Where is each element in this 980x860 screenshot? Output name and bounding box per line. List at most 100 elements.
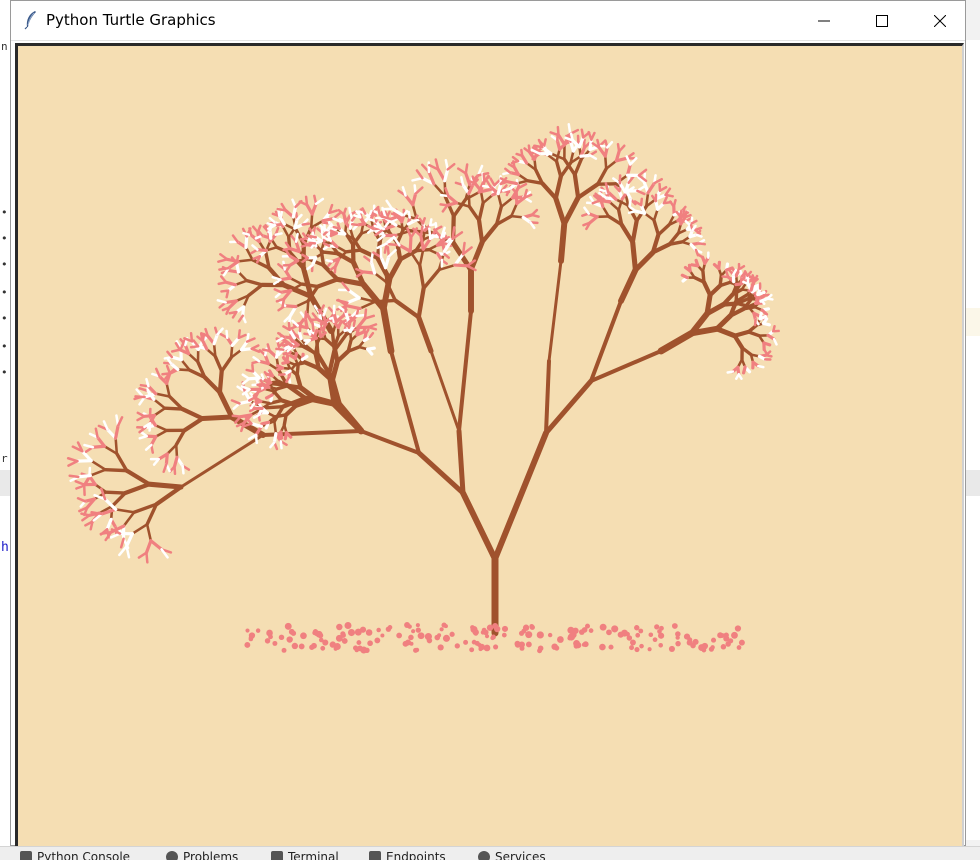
fallen-petal [608, 645, 613, 650]
blossom-twig [315, 330, 317, 336]
fallen-petal [634, 647, 639, 652]
fallen-petal [469, 647, 474, 652]
blossom-twig [410, 238, 411, 252]
fallen-petal [438, 644, 444, 650]
blossom-twig [299, 332, 301, 339]
fallen-petal [669, 646, 675, 652]
blossom-twig [727, 272, 729, 277]
fallen-petal [658, 643, 663, 648]
fallen-petal [687, 640, 693, 646]
blossom-twig [466, 165, 467, 174]
blossom-twig [508, 182, 517, 184]
console-link-fragment[interactable]: h [1, 540, 9, 555]
blossom-twig [144, 415, 154, 416]
fallen-petal [675, 641, 680, 646]
blossom-twig [136, 396, 145, 397]
fallen-petal [630, 640, 636, 646]
turtle-canvas [15, 43, 964, 846]
branch-segment [316, 337, 318, 354]
fallen-petal [470, 625, 475, 630]
blossom-twig [630, 199, 631, 206]
blossom-twig [92, 512, 102, 514]
blossom-twig [70, 476, 79, 477]
fallen-petal [493, 644, 498, 649]
blossom-twig [274, 434, 275, 443]
blossom-twig [766, 355, 771, 356]
branch-segment [149, 484, 181, 487]
fallen-petal [282, 648, 287, 653]
blossom-twig [409, 212, 410, 217]
close-button[interactable] [917, 1, 963, 40]
branch-segment [220, 371, 222, 392]
blossom-twig [758, 292, 764, 294]
blossom-twig [357, 315, 364, 316]
branch-segment [106, 492, 125, 493]
fallen-petal [731, 632, 738, 639]
fallen-petal [481, 630, 485, 634]
editor-fragment: • [1, 286, 8, 299]
branch-segment [375, 300, 395, 301]
fallen-petal [582, 643, 586, 647]
fallen-petal [557, 636, 564, 643]
blossom-twig [306, 197, 307, 205]
blossom-twig [276, 349, 283, 350]
fallen-petal [502, 626, 508, 632]
maximize-button[interactable] [859, 1, 905, 40]
branch-segment [297, 365, 298, 375]
fallen-petal [519, 631, 524, 636]
fallen-petal [654, 624, 659, 629]
blossom-twig [421, 226, 422, 236]
fallen-petal [739, 640, 745, 646]
blossom-twig [763, 323, 769, 324]
fallen-petal [672, 623, 678, 629]
ide-right-edge [966, 40, 980, 840]
blossom-twig [276, 233, 282, 234]
blossom-twig [85, 499, 94, 501]
fallen-petal [463, 640, 468, 645]
fallen-petal [625, 632, 630, 637]
fallen-petal [629, 645, 634, 650]
blossom-twig [310, 243, 315, 244]
fallen-petal [515, 641, 521, 647]
blossom-twig [344, 215, 345, 222]
feather-icon [23, 10, 39, 30]
blossom-twig [163, 373, 170, 374]
fallen-petal [721, 644, 726, 649]
fallen-petal [472, 640, 477, 645]
fallen-petal [416, 623, 420, 627]
fallen-petal [635, 633, 640, 638]
blossom-twig [78, 476, 90, 477]
branch-segment [105, 470, 126, 471]
blossom-twig [529, 146, 530, 153]
fallen-petal [649, 632, 654, 637]
blossom-twig [696, 260, 698, 265]
blossom-twig [305, 312, 306, 319]
fallen-petal [490, 636, 494, 640]
fallen-petal [611, 625, 618, 632]
blossom-twig [719, 262, 720, 268]
title-bar[interactable]: Python Turtle Graphics [11, 1, 965, 41]
branch-segment [214, 344, 215, 357]
blossom-twig [503, 189, 509, 191]
blossom-twig [257, 250, 266, 251]
editor-fragment: • [1, 232, 8, 245]
fallen-petal [285, 623, 292, 630]
minimize-button[interactable] [801, 1, 847, 40]
fallen-petal [737, 645, 742, 650]
blossom-twig [295, 353, 296, 358]
fallen-petal [367, 640, 373, 646]
branch-segment [479, 221, 482, 243]
fallen-petal [479, 644, 485, 650]
blossom-twig [354, 321, 355, 326]
blossom-twig [281, 441, 282, 448]
blossom-twig [758, 366, 763, 367]
fallen-petal [579, 629, 585, 635]
turtle-canvas-frame [15, 43, 964, 846]
fallen-petal [286, 636, 292, 642]
blossom-twig [558, 127, 559, 135]
window-title: Python Turtle Graphics [46, 11, 216, 29]
blossom-twig [241, 349, 251, 350]
blossom-twig [682, 275, 687, 277]
blossom-twig [183, 466, 184, 473]
editor-fragment: • [1, 366, 8, 379]
